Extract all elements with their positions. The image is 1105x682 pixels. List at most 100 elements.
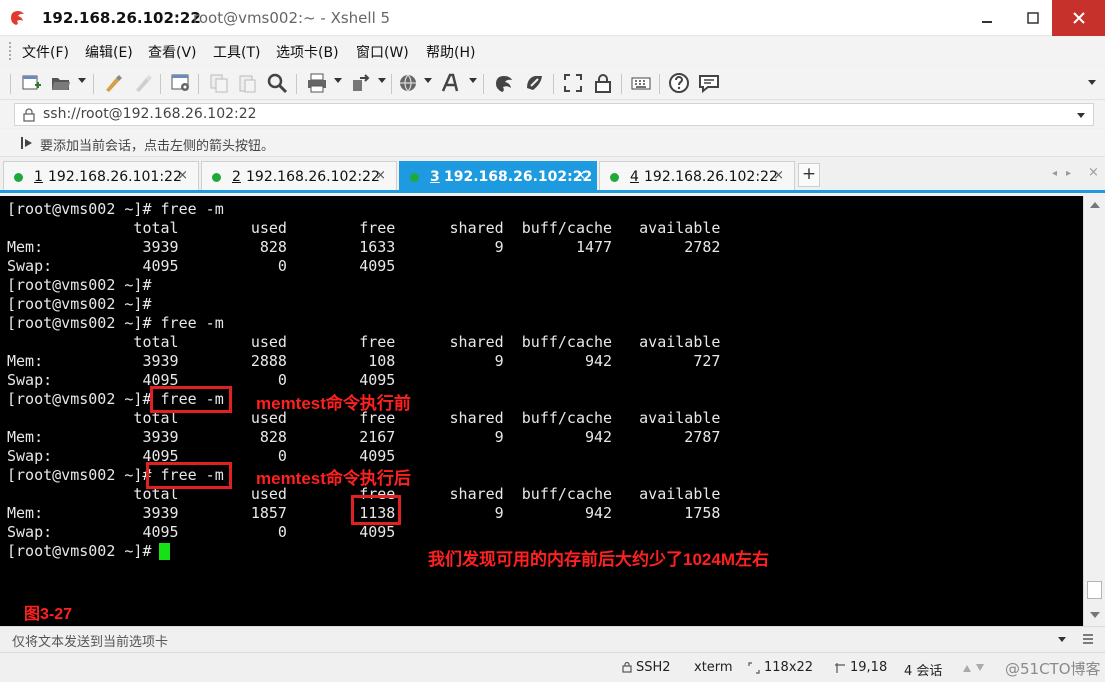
tab-scroll-right-icon[interactable]: ▸ bbox=[1066, 168, 1071, 179]
add-session-arrow-icon[interactable] bbox=[20, 135, 34, 151]
color-icon[interactable] bbox=[132, 72, 154, 94]
menu-window[interactable]: 窗口(W) bbox=[356, 42, 409, 62]
terminal-line: Swap: 4095 0 4095 bbox=[7, 257, 396, 275]
tab-close-icon[interactable]: × bbox=[773, 168, 784, 183]
font-dropdown-caret[interactable] bbox=[469, 78, 477, 83]
menu-grip bbox=[9, 42, 13, 60]
status-protocol: SSH2 bbox=[636, 660, 671, 675]
toolbar-overflow-caret[interactable] bbox=[1088, 80, 1096, 85]
tab-close-all-icon[interactable]: × bbox=[1088, 165, 1099, 180]
tab-session-3-active[interactable]: 3 192.168.26.102:22 × bbox=[399, 161, 597, 190]
tab-scroll-left-icon[interactable]: ◂ bbox=[1052, 168, 1057, 179]
connected-status-dot bbox=[410, 173, 419, 182]
terminal-line: [root@vms002 ~]# bbox=[7, 295, 152, 313]
cursor-position-icon bbox=[835, 663, 845, 673]
address-field[interactable]: ssh://root@192.168.26.102:22 bbox=[14, 103, 1094, 126]
tab-close-icon[interactable]: × bbox=[375, 168, 386, 183]
address-bar: ssh://root@192.168.26.102:22 bbox=[0, 101, 1105, 128]
menu-file[interactable]: 文件(F) bbox=[22, 42, 69, 62]
xshell-logo-icon bbox=[11, 11, 24, 25]
terminal-line: Mem: 3939 828 2167 9 942 2787 bbox=[7, 428, 721, 446]
menu-edit[interactable]: 编辑(E) bbox=[85, 42, 133, 62]
xftp-icon[interactable] bbox=[493, 72, 515, 94]
terminal-line: total used free shared buff/cache availa… bbox=[7, 333, 721, 351]
tab-label: 192.168.26.102:22 bbox=[444, 169, 593, 185]
print-dropdown-caret[interactable] bbox=[334, 78, 342, 83]
chat-icon[interactable] bbox=[698, 72, 720, 94]
terminal-line: [root@vms002 ~]# bbox=[7, 276, 152, 294]
maximize-icon bbox=[1027, 12, 1039, 24]
terminal-cursor bbox=[159, 543, 170, 560]
tab-label: 192.168.26.101:22 bbox=[48, 169, 182, 185]
title-bar: 192.168.26.102:22 root@vms002:~ - Xshell… bbox=[0, 0, 1105, 36]
toolbar-separator bbox=[621, 74, 622, 94]
close-window-button[interactable] bbox=[1052, 0, 1105, 36]
highlight-box-before bbox=[150, 386, 232, 413]
globe-icon[interactable] bbox=[397, 72, 419, 94]
menu-tools[interactable]: 工具(T) bbox=[213, 42, 260, 62]
transfer-dropdown-caret[interactable] bbox=[378, 78, 386, 83]
scroll-up-icon[interactable] bbox=[1090, 202, 1100, 208]
annotation-conclusion: 我们发现可用的内存前后大约少了1024M左右 bbox=[428, 550, 769, 569]
compose-bar[interactable]: 仅将文本发送到当前选项卡 bbox=[0, 626, 1105, 652]
tab-close-icon[interactable]: × bbox=[177, 168, 188, 183]
open-dropdown-caret[interactable] bbox=[78, 78, 86, 83]
status-cursor-position: 19,18 bbox=[850, 660, 888, 675]
toolbar-separator bbox=[391, 74, 392, 94]
paste-icon[interactable] bbox=[236, 72, 258, 94]
fullscreen-icon[interactable] bbox=[562, 72, 584, 94]
connected-status-dot bbox=[212, 173, 221, 182]
tab-number: 2 bbox=[232, 169, 241, 185]
scroll-down-icon[interactable] bbox=[1090, 612, 1100, 618]
tab-number: 4 bbox=[630, 169, 639, 185]
menu-lines-icon[interactable] bbox=[1082, 633, 1094, 645]
toolbar-separator bbox=[93, 74, 94, 94]
find-icon[interactable] bbox=[266, 72, 288, 94]
help-icon[interactable] bbox=[668, 72, 690, 94]
session-hint-bar: 要添加当前会话，点击左侧的箭头按钮。 bbox=[0, 129, 1105, 157]
lock-icon[interactable] bbox=[592, 72, 614, 94]
font-icon[interactable] bbox=[440, 72, 462, 94]
menu-tabs[interactable]: 选项卡(B) bbox=[276, 42, 339, 62]
compose-dropdown-caret[interactable] bbox=[1058, 637, 1066, 642]
toolbar-separator bbox=[483, 74, 484, 94]
terminal-prompt-line: [root@vms002 ~]# bbox=[7, 542, 161, 560]
session-arrows-icon[interactable] bbox=[962, 663, 992, 673]
ssh-lock-icon bbox=[622, 661, 632, 673]
session-properties-icon[interactable] bbox=[170, 72, 192, 94]
connected-status-dot bbox=[610, 173, 619, 182]
toolbar-separator bbox=[160, 74, 161, 94]
maximize-button[interactable] bbox=[1008, 0, 1058, 36]
terminal-line: Mem: 3939 828 1633 9 1477 2782 bbox=[7, 238, 721, 256]
menu-help[interactable]: 帮助(H) bbox=[426, 42, 475, 62]
keyboard-icon[interactable] bbox=[630, 72, 652, 94]
open-folder-icon[interactable] bbox=[50, 72, 72, 94]
globe-dropdown-caret[interactable] bbox=[424, 78, 432, 83]
address-dropdown-caret[interactable] bbox=[1077, 113, 1085, 118]
print-icon[interactable] bbox=[306, 72, 328, 94]
connected-status-dot bbox=[14, 173, 23, 182]
new-session-icon[interactable] bbox=[20, 72, 42, 94]
tab-number: 3 bbox=[430, 169, 440, 185]
menu-view[interactable]: 查看(V) bbox=[148, 42, 197, 62]
new-tab-button[interactable]: + bbox=[798, 163, 820, 187]
transfer-icon[interactable] bbox=[350, 72, 372, 94]
terminal-output[interactable]: [root@vms002 ~]# free -m total used free… bbox=[0, 196, 1083, 626]
scrollbar-thumb[interactable] bbox=[1087, 581, 1102, 599]
terminal-scrollbar[interactable] bbox=[1083, 196, 1105, 626]
minimize-icon bbox=[982, 21, 992, 23]
tab-session-4[interactable]: 4 192.168.26.102:22 × bbox=[599, 161, 795, 190]
terminal-line: Mem: 3939 2888 108 9 942 727 bbox=[7, 352, 721, 370]
tab-session-1[interactable]: 1 192.168.26.101:22 × bbox=[3, 161, 199, 190]
copy-icon[interactable] bbox=[208, 72, 230, 94]
tab-label: 192.168.26.102:22 bbox=[644, 169, 778, 185]
annotation-before: memtest命令执行前 bbox=[256, 394, 411, 413]
minimize-button[interactable] bbox=[962, 0, 1012, 36]
compose-target-text: 仅将文本发送到当前选项卡 bbox=[12, 635, 169, 650]
terminal-line: [root@vms002 ~]# free -m bbox=[7, 200, 224, 218]
xmanager-icon[interactable] bbox=[523, 72, 545, 94]
tab-session-2[interactable]: 2 192.168.26.102:22 × bbox=[201, 161, 397, 190]
edit-icon[interactable] bbox=[102, 72, 124, 94]
tab-close-icon[interactable]: × bbox=[575, 168, 586, 183]
terminal-line: total used free shared buff/cache availa… bbox=[7, 219, 721, 237]
